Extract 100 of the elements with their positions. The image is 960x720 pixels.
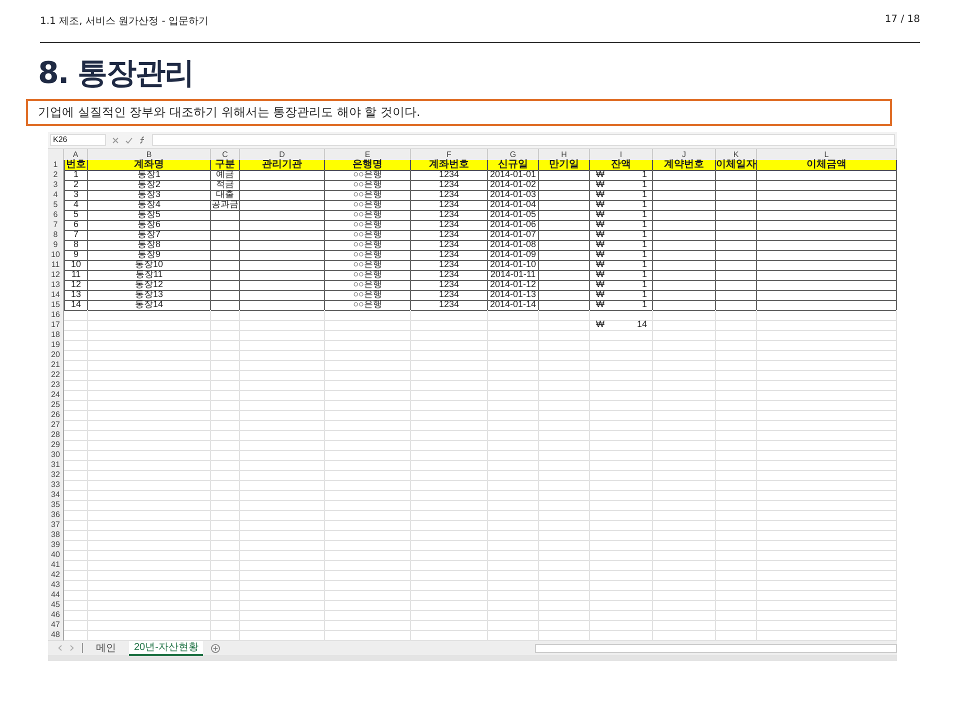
table-cell: 통장5	[88, 210, 211, 221]
row-header[interactable]: 28	[48, 430, 64, 441]
row-header[interactable]: 22	[48, 370, 64, 381]
table-cell: 10	[64, 260, 88, 271]
horizontal-scrollbar[interactable]	[535, 644, 897, 652]
table-cell: 통장10	[88, 260, 211, 271]
row-header[interactable]: 4	[48, 190, 64, 201]
row-header[interactable]: 41	[48, 560, 64, 571]
row-header[interactable]: 6	[48, 210, 64, 221]
row-header[interactable]: 15	[48, 300, 64, 311]
table-cell: 관리기관	[240, 160, 325, 171]
table-cell: 1234	[411, 210, 488, 221]
row-header[interactable]: 39	[48, 540, 64, 551]
check-icon[interactable]	[125, 136, 133, 144]
table-cell: ○○은행	[325, 240, 411, 251]
row-header[interactable]: 48	[48, 630, 64, 641]
row-header[interactable]: 30	[48, 450, 64, 461]
row-header[interactable]: 21	[48, 360, 64, 371]
table-cell: ○○은행	[325, 180, 411, 191]
row-header[interactable]: 24	[48, 390, 64, 401]
table-cell: 통장3	[88, 190, 211, 201]
table-cell: ○○은행	[325, 230, 411, 241]
row-header[interactable]: 45	[48, 600, 64, 611]
table-cell: 계좌번호	[411, 160, 488, 171]
table-cell: ₩ 1	[590, 230, 653, 241]
row-header[interactable]: 40	[48, 550, 64, 561]
table-cell: 1234	[411, 290, 488, 301]
row-header[interactable]: 25	[48, 400, 64, 411]
table-cell: 9	[64, 250, 88, 261]
table-cell: ○○은행	[325, 190, 411, 201]
row-header[interactable]: 47	[48, 620, 64, 631]
row-header[interactable]: 14	[48, 290, 64, 301]
table-cell: 1234	[411, 200, 488, 211]
table-cell: 2014-01-14	[488, 300, 539, 311]
row-header[interactable]: 7	[48, 220, 64, 231]
table-cell: 8	[64, 240, 88, 251]
row-header[interactable]: 35	[48, 500, 64, 511]
table-cell: 1234	[411, 190, 488, 201]
row-header[interactable]: 31	[48, 460, 64, 471]
formula-field[interactable]	[152, 134, 895, 146]
table-cell: 만기일	[539, 160, 590, 171]
name-box[interactable]: K26	[50, 134, 106, 146]
table-cell: 6	[64, 220, 88, 231]
table-cell: 이체일자	[716, 160, 757, 171]
table-cell: 3	[64, 190, 88, 201]
row-header[interactable]: 27	[48, 420, 64, 431]
row-header[interactable]: 46	[48, 610, 64, 621]
table-cell: 통장2	[88, 180, 211, 191]
row-header[interactable]: 11	[48, 260, 64, 271]
row-header[interactable]: 34	[48, 490, 64, 501]
cancel-icon[interactable]	[112, 136, 119, 144]
row-header[interactable]: 10	[48, 250, 64, 261]
table-cell: 계약번호	[653, 160, 716, 171]
next-sheet-icon[interactable]	[70, 645, 74, 651]
function-icon[interactable]	[139, 136, 146, 144]
sheet-tab[interactable]: 20년-자산현황	[129, 640, 204, 656]
row-header[interactable]: 19	[48, 340, 64, 351]
sheet-tab[interactable]: 메인	[91, 642, 121, 654]
row-header[interactable]: 43	[48, 580, 64, 591]
previous-sheet-icon[interactable]	[58, 645, 62, 651]
table-cell: 1	[64, 170, 88, 181]
row-header[interactable]: 37	[48, 520, 64, 531]
table-cell: 13	[64, 290, 88, 301]
row-header[interactable]: 38	[48, 530, 64, 541]
row-header[interactable]: 1	[48, 160, 64, 171]
table-cell: 통장8	[88, 240, 211, 251]
table-cell: 공과금	[211, 200, 240, 211]
table-cell: 2014-01-01	[488, 170, 539, 181]
row-header[interactable]: 20	[48, 350, 64, 361]
table-cell: 신규일	[488, 160, 539, 171]
table-cell: 계좌명	[88, 160, 211, 171]
table-cell: ₩ 1	[590, 270, 653, 281]
row-header[interactable]: 18	[48, 330, 64, 341]
row-header[interactable]: 23	[48, 380, 64, 391]
table-cell: 14	[64, 300, 88, 311]
row-header[interactable]: 17	[48, 320, 64, 331]
table-cell: 대출	[211, 190, 240, 201]
table-cell: 잔액	[590, 160, 653, 171]
table-cell: 예금	[211, 170, 240, 181]
row-header[interactable]: 26	[48, 410, 64, 421]
row-header[interactable]: 13	[48, 280, 64, 291]
table-cell: 1234	[411, 240, 488, 251]
table-cell: 1234	[411, 260, 488, 271]
table-cell: ₩ 1	[590, 220, 653, 231]
add-sheet-icon[interactable]	[211, 644, 220, 652]
row-header[interactable]: 3	[48, 180, 64, 191]
table-cell: ₩ 1	[590, 210, 653, 221]
row-header[interactable]: 32	[48, 470, 64, 481]
row-header[interactable]: 33	[48, 480, 64, 491]
row-header[interactable]: 9	[48, 240, 64, 251]
row-header[interactable]: 16	[48, 310, 64, 321]
row-header[interactable]: 8	[48, 230, 64, 241]
row-header[interactable]: 42	[48, 570, 64, 581]
row-header[interactable]: 12	[48, 270, 64, 281]
table-cell: 번호	[64, 160, 88, 171]
row-header[interactable]: 44	[48, 590, 64, 601]
row-header[interactable]: 29	[48, 440, 64, 451]
row-header[interactable]: 5	[48, 200, 64, 211]
row-header[interactable]: 36	[48, 510, 64, 521]
row-header[interactable]: 2	[48, 170, 64, 181]
